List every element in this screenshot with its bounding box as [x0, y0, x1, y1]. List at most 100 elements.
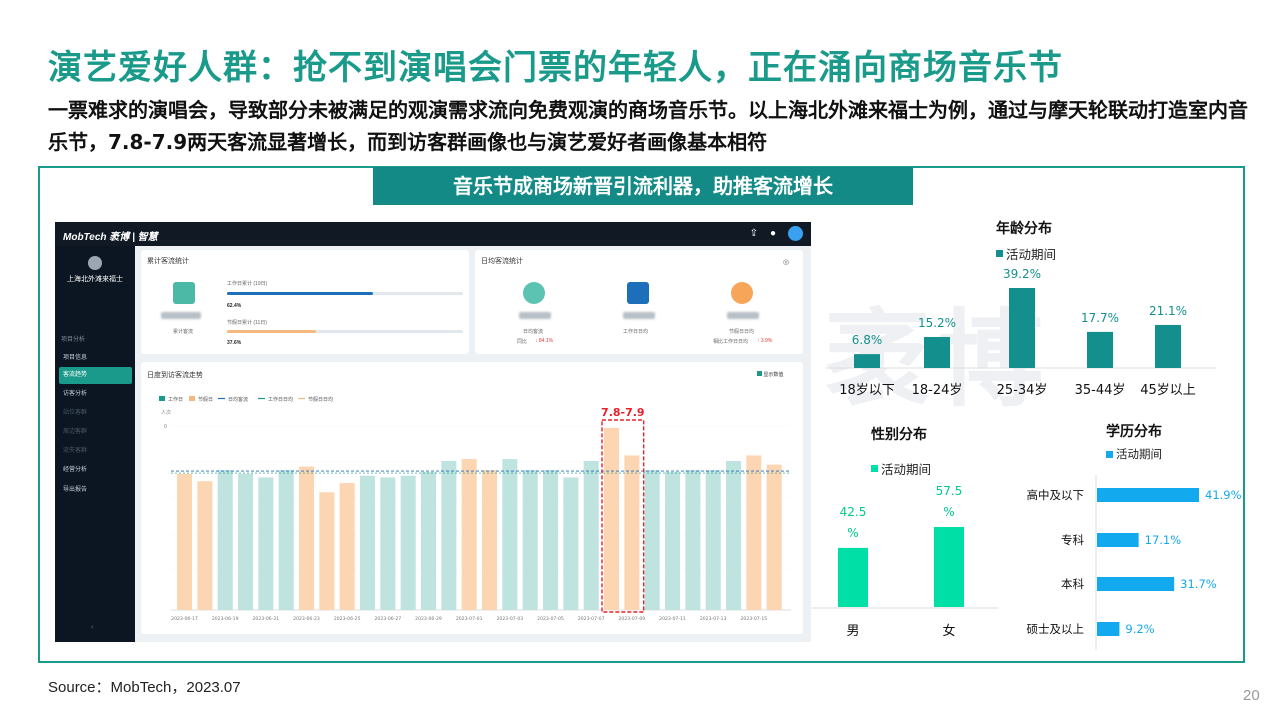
age-bar-label: 39.2% [1003, 267, 1041, 281]
edu-chart-legend: 活动期间 [1106, 446, 1162, 462]
sidebar-item-3[interactable]: 站位客群 [59, 405, 132, 422]
trend-bar [217, 470, 233, 610]
bell-icon[interactable]: ● [770, 228, 776, 239]
trend-bar [726, 460, 742, 610]
gender-category-label: 男 [846, 624, 859, 639]
sidebar-item-5[interactable]: 流失客群 [59, 443, 132, 460]
trend-legend-label: 日均客流 [228, 396, 248, 403]
gender-legend-swatch [871, 465, 878, 472]
dashboard-screenshot: MobTech 袤博 | 智慧 ⇪ ● 上海北外滩来福士 项目分析 项目信息 客流… [55, 222, 811, 642]
gender-category-label: 女 [942, 623, 955, 639]
gender-chart-title: 性别分布 [871, 427, 927, 443]
clock-kpi-icon [523, 282, 545, 304]
gender-bar [838, 547, 868, 607]
sidebar-item-2[interactable]: 访客分析 [59, 386, 132, 403]
age-bar [924, 336, 950, 368]
daily-trend-card: 日度到访客流走势 显示数值 工作日 节假日 日均客流 工作日日均 节假日日均 人次 0 202… [141, 362, 803, 634]
edu-bar [1097, 533, 1139, 547]
trend-x-tick: 2023-06-21 [253, 616, 280, 622]
trend-bar [238, 473, 254, 610]
edu-bar-label: 17.1% [1145, 533, 1182, 547]
age-chart: 6.8% 18岁以下 15.2% 18-24岁 39.2% 25-34岁 17.7% 35-4… [826, 267, 1216, 398]
age-bar-label: 15.2% [918, 316, 956, 330]
upload-icon[interactable]: ⇪ [750, 228, 758, 239]
workday-total-label: 工作日累计 (19日) [227, 281, 268, 287]
age-category-label: 35-44岁 [1075, 383, 1126, 398]
age-category-label: 25-34岁 [997, 383, 1048, 398]
age-category-label: 45岁以上 [1140, 383, 1196, 398]
sidebar-item-4[interactable]: 周边客群 [59, 424, 132, 441]
age-bar [1009, 288, 1035, 368]
show-values-toggle[interactable]: 显示数值 [757, 371, 783, 378]
sidebar-item-0[interactable]: 项目信息 [59, 350, 132, 367]
daily-change-label: 同比 [517, 339, 528, 345]
user-avatar[interactable] [788, 226, 803, 241]
trend-x-tick: 2023-06-17 [171, 616, 198, 622]
trend-bar [319, 492, 335, 610]
daily-trend-chart: 工作日 节假日 日均客流 工作日日均 节假日日均人次 0 2023-06-17 2023-06… [159, 396, 791, 622]
trend-bar [177, 473, 193, 610]
gender-bar [934, 527, 964, 607]
user-kpi-icon [173, 282, 195, 304]
age-bar [1087, 331, 1113, 368]
trend-bar [665, 472, 681, 610]
section-banner: 音乐节成商场新晋引流利器，助推客流增长 [373, 167, 913, 205]
trend-y-unit: 人次 [161, 409, 171, 416]
sidebar-collapse-icon[interactable]: ‹ [91, 622, 94, 631]
trend-x-tick: 2023-07-15 [741, 616, 768, 622]
refresh-icon[interactable]: ◎ [783, 258, 789, 266]
trend-bar [380, 477, 396, 610]
trend-bar [604, 427, 620, 610]
age-category-label: 18-24岁 [912, 383, 963, 398]
trend-bar [563, 477, 579, 610]
edu-category-label: 高中及以下 [1027, 488, 1085, 502]
slide-title: 演艺爱好人群：抢不到演唱会门票的年轻人，正在涌向商场音乐节 [48, 48, 1063, 88]
trend-legend-swatch [159, 396, 165, 401]
trend-x-tick: 2023-06-23 [293, 616, 320, 622]
gender-bar-label: 42.5 [840, 505, 867, 519]
holiday-total-label: 节假日累计 (11日) [227, 320, 267, 326]
age-bar-label: 17.7% [1081, 311, 1119, 325]
trend-bar [299, 466, 315, 610]
edu-legend-swatch [1106, 450, 1113, 458]
trend-bar [644, 470, 660, 610]
edu-bar-label: 41.9% [1205, 488, 1242, 502]
trend-bar [197, 481, 213, 610]
trend-legend-swatch [189, 396, 195, 401]
age-legend-swatch [996, 250, 1003, 257]
workday-pct: 62.4% [227, 303, 242, 309]
trend-bar [766, 464, 782, 610]
edu-bar [1097, 488, 1199, 502]
sidebar-item-7[interactable]: 导出报告 [59, 482, 132, 499]
age-category-label: 18岁以下 [839, 383, 895, 398]
edu-category-label: 专科 [1061, 533, 1084, 547]
page-number: 20 [1243, 687, 1260, 704]
trend-bar [400, 475, 416, 610]
trend-bar [522, 470, 538, 610]
trend-bar [421, 472, 437, 610]
trend-x-tick: 2023-06-29 [415, 616, 442, 622]
sidebar-item-6[interactable]: 经营分析 [59, 462, 132, 479]
age-bar [854, 354, 880, 368]
gender-bar-label: 57.5 [936, 484, 963, 498]
age-chart-legend: 活动期间 [996, 244, 1056, 263]
holiday-avg-label: 节假日日均 [729, 329, 755, 335]
edu-category-label: 硕士及以上 [1027, 622, 1085, 636]
trend-bar [339, 483, 355, 610]
trend-bar [502, 459, 518, 610]
trend-bar [746, 455, 762, 610]
trend-bar [360, 475, 376, 610]
age-chart-title: 年龄分布 [996, 221, 1052, 237]
cumulative-flow-card: 累计客流统计 累计客流 工作日累计 (19日) 62.4% 节假日累计 (11日… [141, 250, 469, 354]
source-note: Source：MobTech，2023.07 [48, 679, 241, 696]
trend-bar [685, 470, 701, 610]
trend-bar [543, 470, 559, 610]
trend-x-tick: 2023-06-25 [334, 616, 361, 622]
trend-bar [258, 477, 274, 610]
sidebar-item-1[interactable]: 客流趋势 [59, 367, 132, 384]
sidebar-group-label: 项目分析 [61, 337, 86, 343]
trend-x-tick: 2023-07-09 [619, 616, 646, 622]
trend-x-tick: 2023-07-01 [456, 616, 483, 622]
calendar-kpi-icon [627, 282, 649, 304]
highlight-label: 7.8-7.9 [601, 406, 645, 419]
